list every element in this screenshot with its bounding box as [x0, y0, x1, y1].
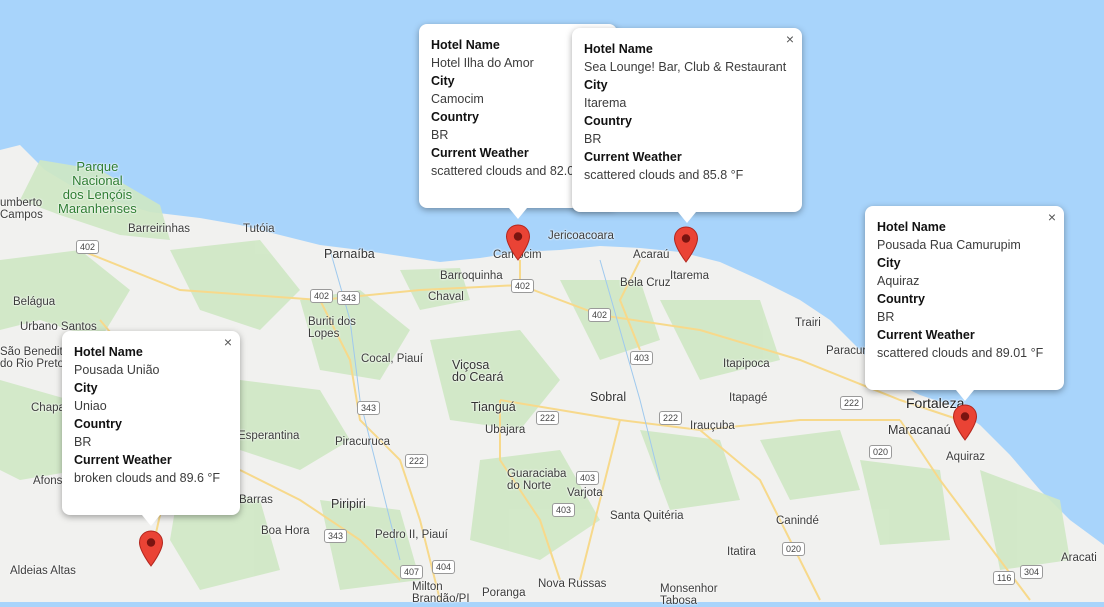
place-label-guaraciaba: Guaraciaba do Norte — [507, 468, 567, 492]
weather-label: Current Weather — [584, 150, 682, 164]
road-shield-s403c: 403 — [552, 503, 576, 517]
place-label-chaval: Chaval — [428, 291, 464, 303]
country-label: Country — [74, 417, 122, 431]
place-label-jericoacoara: Jericoacoara — [548, 230, 614, 242]
map-pin-icon[interactable] — [673, 226, 699, 264]
road-shield-s403b: 403 — [576, 471, 600, 485]
place-label-vicosa: Viçosa do Ceará — [452, 358, 504, 384]
place-label-aquiraz: Aquiraz — [946, 451, 985, 463]
place-label-pedroii: Pedro II, Piauí — [375, 529, 448, 541]
city-label: City — [877, 256, 901, 270]
road-shield-s222c: 222 — [405, 454, 429, 468]
info-window-itarema: × Hotel Name Sea Lounge! Bar, Club & Res… — [572, 28, 802, 223]
place-label-varjota: Varjota — [567, 487, 603, 499]
road-shield-s304: 304 — [1020, 565, 1044, 579]
place-label-barroquinha: Barroquinha — [440, 270, 503, 282]
road-shield-s402d: 402 — [588, 308, 612, 322]
map-pin-icon[interactable] — [505, 224, 531, 262]
road-shield-s222b: 222 — [659, 411, 683, 425]
country-label: Country — [584, 114, 632, 128]
hotel-name-label: Hotel Name — [877, 220, 946, 234]
city-value: Uniao — [74, 399, 107, 413]
hotel-name-value: Pousada Rua Camurupim — [877, 238, 1021, 252]
road-shield-s222d: 222 — [840, 396, 864, 410]
weather-value: broken clouds and 89.6 °F — [74, 471, 221, 485]
road-shield-s404: 404 — [432, 560, 456, 574]
place-label-milton: Milton Brandão/PI — [412, 581, 470, 605]
road-shield-s343b: 343 — [357, 401, 381, 415]
info-window-aquiraz: × Hotel Name Pousada Rua Camurupim City … — [865, 206, 1064, 401]
place-label-irauçuba: Irauçuba — [690, 420, 735, 432]
place-label-buriti: Buriti dos Lopes — [308, 316, 356, 340]
city-value: Itarema — [584, 96, 627, 110]
road-shield-s403a: 403 — [630, 351, 654, 365]
place-label-maracanau: Maracanaú — [888, 423, 951, 437]
weather-value: scattered clouds and 85.8 °F — [584, 168, 744, 182]
close-icon[interactable]: × — [224, 335, 232, 349]
close-icon[interactable]: × — [1048, 210, 1056, 224]
place-label-ubajara: Ubajara — [485, 424, 526, 436]
place-label-poranga: Poranga — [482, 587, 526, 599]
city-label: City — [584, 78, 608, 92]
place-label-acarau: Acaraú — [633, 249, 670, 261]
hotel-name-label: Hotel Name — [584, 42, 653, 56]
road-shield-s402c: 402 — [310, 289, 334, 303]
place-label-novarussas: Nova Russas — [538, 578, 607, 590]
place-label-trairi: Trairi — [795, 317, 821, 329]
place-label-aracati: Aracati — [1061, 552, 1097, 564]
place-label-belagua: Belágua — [13, 296, 56, 308]
place-label-tutoia: Tutóia — [243, 223, 275, 235]
weather-value: scattered clouds and 89.01 °F — [877, 346, 1044, 360]
place-label-barras: Barras — [239, 494, 273, 506]
country-value: BR — [584, 132, 602, 146]
place-label-santaquiteria: Santa Quitéria — [610, 510, 684, 522]
city-label: City — [74, 381, 98, 395]
road-shield-s402b: 402 — [511, 279, 535, 293]
place-label-parnaiba: Parnaíba — [324, 247, 375, 261]
map-pin-icon[interactable] — [952, 404, 978, 442]
place-label-barreirinhas: Barreirinhas — [128, 223, 190, 235]
road-shield-s020a: 020 — [869, 445, 893, 459]
place-label-umberto: umberto Campos — [0, 197, 43, 221]
place-label-parque: Parque Nacional dos Lençóis Maranhenses — [58, 159, 137, 216]
place-label-caninde: Canindé — [776, 515, 819, 527]
place-label-sobral: Sobral — [590, 390, 627, 404]
hotel-name-value: Pousada União — [74, 363, 160, 377]
place-label-aldeias: Aldeias Altas — [10, 565, 76, 577]
place-label-paracuru: Paracur — [826, 345, 867, 357]
hotel-name-label: Hotel Name — [74, 345, 143, 359]
close-icon[interactable]: × — [786, 32, 794, 46]
place-label-itapage: Itapagé — [729, 392, 768, 404]
place-label-itarema: Itarema — [670, 270, 709, 282]
hotel-name-value: Sea Lounge! Bar, Club & Restaurant — [584, 60, 787, 74]
place-label-cocal: Cocal, Piauí — [361, 353, 424, 365]
place-label-tiangua: Tianguá — [471, 400, 516, 414]
place-label-piripiri: Piripiri — [331, 497, 366, 511]
road-shield-s343c: 343 — [324, 529, 348, 543]
weather-label: Current Weather — [877, 328, 975, 342]
road-shield-s020b: 020 — [782, 542, 806, 556]
road-shield-s343a: 343 — [337, 291, 361, 305]
country-label: Country — [877, 292, 925, 306]
place-label-belacruz: Bela Cruz — [620, 277, 671, 289]
country-value: BR — [74, 435, 92, 449]
country-value: BR — [877, 310, 895, 324]
place-label-afonso: Afons — [33, 475, 63, 487]
place-label-boahora: Boa Hora — [261, 525, 310, 537]
road-shield-s407: 407 — [400, 565, 424, 579]
info-window-uniao: × Hotel Name Pousada União City Uniao Co… — [62, 331, 240, 526]
city-value: Aquiraz — [877, 274, 920, 288]
place-label-esperantina: Esperantina — [238, 430, 300, 442]
place-label-itatira: Itatira — [727, 546, 756, 558]
map-pin-icon[interactable] — [138, 530, 164, 568]
road-shield-s116: 116 — [993, 571, 1016, 585]
place-label-chapa: Chapa — [31, 402, 65, 414]
place-label-saobenedito: São Benedito do Rio Preto — [0, 346, 70, 370]
road-shield-s222a: 222 — [536, 411, 560, 425]
weather-label: Current Weather — [74, 453, 172, 467]
place-label-itapipoca: Itapipoca — [723, 358, 770, 370]
road-shield-s402a: 402 — [76, 240, 100, 254]
place-label-monsenhor: Monsenhor Tabosa — [660, 583, 718, 607]
place-label-piracuruca: Piracuruca — [335, 436, 390, 448]
